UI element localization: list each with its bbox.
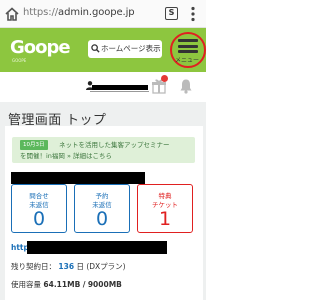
home-icon[interactable] — [4, 6, 20, 22]
bell-icon[interactable] — [178, 78, 194, 94]
logo-mark: Goope — [10, 37, 71, 58]
tab-counter-icon[interactable]: S — [165, 7, 178, 20]
site-url-redacted — [27, 241, 167, 254]
dashboard-card: 10月3日 ネットを活用した集客アップセミナー を開催！in福岡 » 詳細はこち… — [5, 126, 203, 300]
username-underline — [90, 91, 149, 92]
notice-banner[interactable]: 10月3日 ネットを活用した集客アップセミナー を開催！in福岡 » 詳細はこち… — [12, 137, 195, 163]
notice-date-badge: 10月3日 — [20, 140, 48, 150]
usage-used: 64.11MB — [43, 280, 81, 289]
hamburger-icon — [178, 39, 198, 53]
stat-value: 0 — [95, 208, 109, 230]
stat-value: 0 — [32, 208, 46, 230]
username-redacted — [92, 85, 148, 90]
site-name-redacted — [11, 172, 145, 184]
coupon-ticket-tile[interactable]: 特典 チケット 1 — [137, 184, 193, 233]
url-scheme: https:// — [23, 7, 59, 18]
usage-separator: / — [82, 280, 86, 289]
menu-button[interactable]: メニュー — [168, 31, 206, 69]
browser-address-bar: https://admin.goope.jp S — [0, 0, 206, 28]
contract-plan: (DXプラン) — [86, 262, 126, 271]
goope-logo[interactable]: Goope GOOPE — [10, 36, 71, 64]
usage-total: 9000MB — [87, 280, 122, 289]
inquiry-unreplied-tile[interactable]: 問合せ 未返信 0 — [11, 184, 67, 233]
stat-value: 1 — [158, 208, 172, 230]
notification-badge — [161, 75, 168, 82]
notice-text-line1: ネットを活用した集客アップセミナー — [59, 141, 170, 149]
address-url[interactable]: https://admin.goope.jp — [23, 7, 135, 18]
main-area: 管理画面 トップ 10月3日 ネットを活用した集客アップセミナー を開催！in福… — [0, 102, 206, 300]
contract-remaining-row: 残り契約日： 136 日 (DXプラン) — [11, 261, 126, 272]
search-icon — [91, 43, 100, 53]
storage-usage-row: 使用容量 64.11MB / 9000MB — [11, 279, 122, 290]
url-host: admin.goope.jp — [58, 7, 135, 18]
kebab-menu-icon[interactable] — [191, 6, 195, 22]
contract-days: 136 — [58, 262, 75, 271]
homepage-view-button[interactable]: ホームページ表示 — [88, 40, 162, 58]
contract-unit: 日 — [76, 262, 84, 271]
contract-label: 残り契約日： — [11, 262, 56, 271]
site-header: Goope GOOPE ホームページ表示 メニュー — [0, 28, 206, 72]
homepage-view-label: ホームページ表示 — [101, 44, 161, 53]
user-row — [0, 72, 206, 102]
notice-text-line2[interactable]: を開催！in福岡 » 詳細はこちら — [20, 151, 112, 161]
logo-subtext: GOOPE — [12, 58, 27, 63]
menu-label: メニュー — [175, 57, 200, 64]
usage-label: 使用容量 — [11, 280, 41, 289]
reservation-unreplied-tile[interactable]: 予約 未返信 0 — [74, 184, 130, 233]
